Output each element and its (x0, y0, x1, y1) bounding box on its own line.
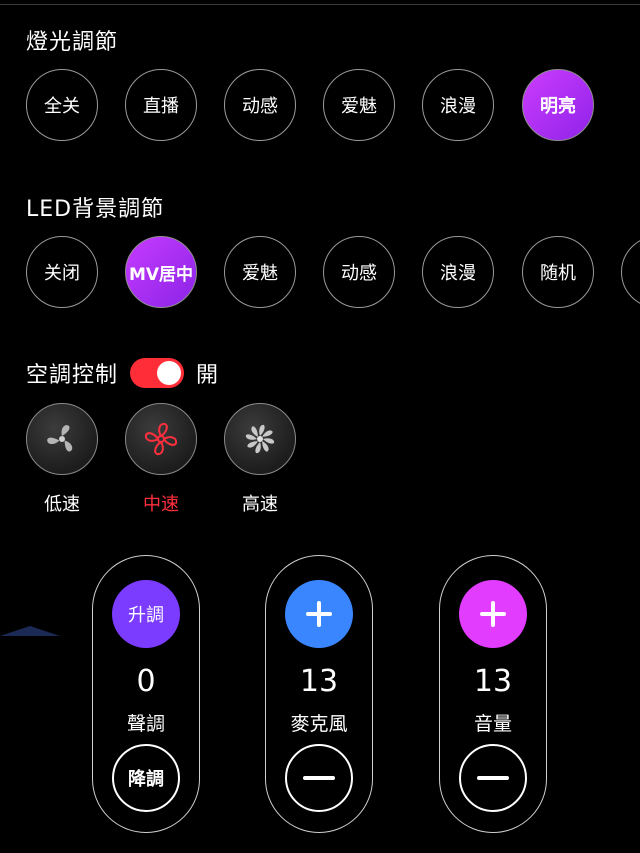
led-mode-random[interactable]: 随机 (522, 236, 594, 308)
led-mode-dynamic[interactable]: 动感 (323, 236, 395, 308)
lighting-mode-charm[interactable]: 爱魅 (323, 69, 395, 141)
left-edge-indicator (0, 626, 60, 636)
ac-power-toggle[interactable] (130, 358, 185, 388)
volume-value: 13 (473, 664, 513, 699)
fan-high-icon (245, 424, 275, 454)
volume-up-button[interactable] (459, 580, 527, 648)
lighting-mode-romantic[interactable]: 浪漫 (422, 69, 494, 141)
microphone-value: 13 (299, 664, 339, 699)
lighting-mode-live[interactable]: 直播 (125, 69, 197, 141)
led-mode-row: 关闭 MV居中 爱魅 动感 浪漫 随机 (0, 236, 640, 314)
lighting-mode-row: 全关 直播 动感 爱魅 浪漫 明亮 (0, 69, 640, 147)
volume-control: 13 音量 (439, 555, 547, 833)
microphone-up-button[interactable] (285, 580, 353, 648)
lighting-section-title: 燈光調節 (26, 30, 119, 55)
led-mode-off[interactable]: 关闭 (26, 236, 98, 308)
led-section-title: LED背景調節 (26, 197, 165, 222)
led-mode-mv-center[interactable]: MV居中 (125, 236, 197, 308)
ac-section-title: 空調控制 (26, 363, 119, 388)
minus-icon (477, 776, 509, 780)
toggle-knob (157, 361, 182, 385)
fan-low-icon (47, 425, 73, 452)
microphone-label: 麥克風 (290, 713, 348, 735)
lighting-mode-dynamic[interactable]: 动感 (224, 69, 296, 141)
fan-speed-high-label: 高速 (242, 494, 278, 515)
fan-speed-low-button[interactable] (26, 403, 98, 475)
microphone-down-button[interactable] (285, 744, 353, 812)
pitch-down-button[interactable]: 降調 (112, 744, 180, 812)
volume-down-button[interactable] (459, 744, 527, 812)
pitch-control: 升調 0 聲調 降調 (92, 555, 200, 833)
minus-icon (303, 776, 335, 780)
led-mode-charm[interactable]: 爱魅 (224, 236, 296, 308)
pitch-up-button[interactable]: 升調 (112, 580, 180, 648)
fan-speed-medium-label: 中速 (143, 494, 179, 515)
fan-medium-icon (144, 422, 178, 456)
pitch-label: 聲調 (126, 713, 165, 735)
fan-speed-medium-button[interactable] (125, 403, 197, 475)
top-divider (0, 0, 640, 5)
plus-icon (480, 601, 506, 627)
plus-icon (306, 601, 332, 627)
led-mode-more[interactable] (621, 236, 640, 308)
ac-power-state: 開 (196, 363, 219, 388)
led-mode-romantic[interactable]: 浪漫 (422, 236, 494, 308)
lighting-mode-all-off[interactable]: 全关 (26, 69, 98, 141)
fan-speed-high-button[interactable] (224, 403, 296, 475)
lighting-mode-bright[interactable]: 明亮 (522, 69, 594, 141)
volume-label: 音量 (473, 713, 512, 735)
fan-speed-low-label: 低速 (44, 494, 80, 515)
microphone-control: 13 麥克風 (265, 555, 373, 833)
ac-control-row: 空調控制 開 (26, 356, 218, 390)
pitch-value: 0 (136, 664, 156, 699)
